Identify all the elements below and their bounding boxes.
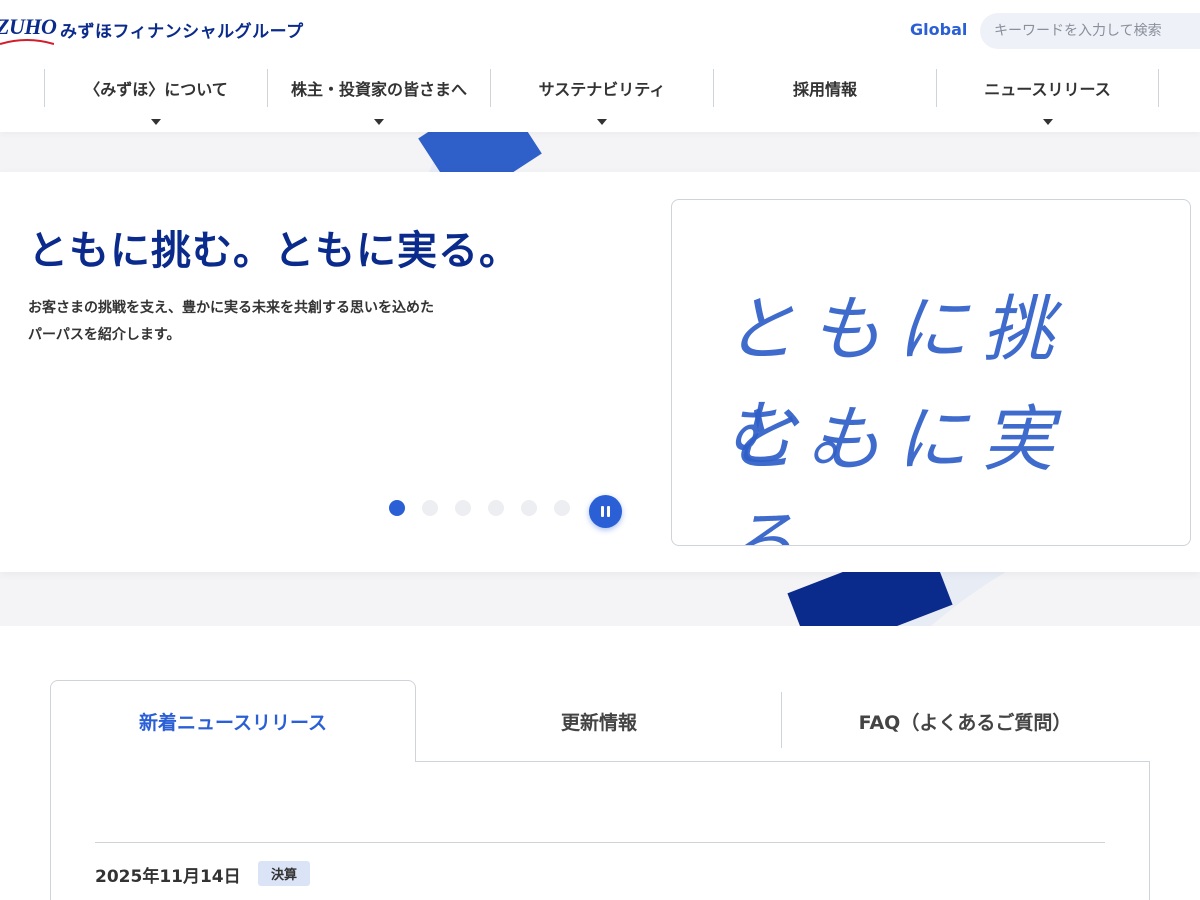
tab-label: 更新情報 <box>560 711 637 734</box>
tab-faq[interactable]: FAQ（よくあるご質問） <box>782 680 1148 762</box>
news-divider <box>95 842 1105 843</box>
caret-down-icon <box>374 119 384 125</box>
nav-item-news[interactable]: ニュースリリース <box>936 69 1159 125</box>
logo-swoosh-icon <box>0 39 54 45</box>
nav-item-label: サステナビリティ <box>538 80 666 99</box>
nav-item-label: 採用情報 <box>792 80 857 99</box>
carousel-pause-button[interactable] <box>589 495 622 528</box>
carousel-indicators <box>389 500 570 516</box>
news-tabs: 新着ニュースリリース 更新情報 FAQ（よくあるご質問） <box>50 680 1150 762</box>
hero-calligraphy-image[interactable]: ともに挑む。 ともに実る。 <box>671 199 1191 546</box>
hero-title: ともに挑む。ともに実る。 <box>28 228 520 274</box>
carousel-dot[interactable] <box>422 500 438 516</box>
hero-description-line: お客さまの挑戦を支え、豊かに実る未来を共創する思いを込めた <box>28 300 434 316</box>
carousel-dot[interactable] <box>488 500 504 516</box>
nav-item-investors[interactable]: 株主・投資家の皆さまへ <box>267 69 490 125</box>
nav-item-label: ニュースリリース <box>984 80 1111 99</box>
site-header: ZUHO みずほフィナンシャルグループ Global 〈みずほ〉について 株主・… <box>0 0 1200 132</box>
tab-label: 新着ニュースリリース <box>138 712 328 734</box>
news-category-badge: 決算 <box>258 861 311 886</box>
calligraphy-line: ともに実る。 <box>724 397 1069 546</box>
carousel-dot[interactable] <box>389 500 405 516</box>
nav-item-label: 〈みずほ〉について <box>84 80 228 99</box>
caret-down-icon <box>1042 119 1053 125</box>
carousel-dot[interactable] <box>521 500 537 516</box>
logo-text[interactable]: みずほフィナンシャルグループ <box>60 17 304 42</box>
main-nav: 〈みずほ〉について 株主・投資家の皆さまへ サステナビリティ 採用情報 ニュース… <box>44 69 1159 125</box>
tab-updates[interactable]: 更新情報 <box>416 680 782 762</box>
nav-item-sustainability[interactable]: サステナビリティ <box>490 69 713 125</box>
nav-item-about[interactable]: 〈みずほ〉について <box>44 69 267 125</box>
nav-item-label: 株主・投資家の皆さまへ <box>290 80 467 99</box>
nav-item-careers[interactable]: 採用情報 <box>713 69 936 107</box>
hero-description-line: パーパスを紹介します。 <box>28 327 181 343</box>
caret-down-icon <box>597 119 607 125</box>
hero-description: お客さまの挑戦を支え、豊かに実る未来を共創する思いを込めた パーパスを紹介します… <box>28 295 508 349</box>
tab-latest-news[interactable]: 新着ニュースリリース <box>50 680 416 762</box>
carousel-dot[interactable] <box>455 500 471 516</box>
caret-down-icon <box>151 119 161 125</box>
search-input[interactable] <box>980 13 1200 49</box>
tab-label: FAQ（よくあるご質問） <box>858 711 1072 734</box>
logo-mark[interactable]: ZUHO <box>0 14 57 40</box>
carousel-dot[interactable] <box>554 500 570 516</box>
global-link[interactable]: Global <box>910 20 967 39</box>
pause-icon <box>607 506 610 517</box>
pause-icon <box>601 506 604 517</box>
news-date: 2025年11月14日 <box>95 867 241 887</box>
